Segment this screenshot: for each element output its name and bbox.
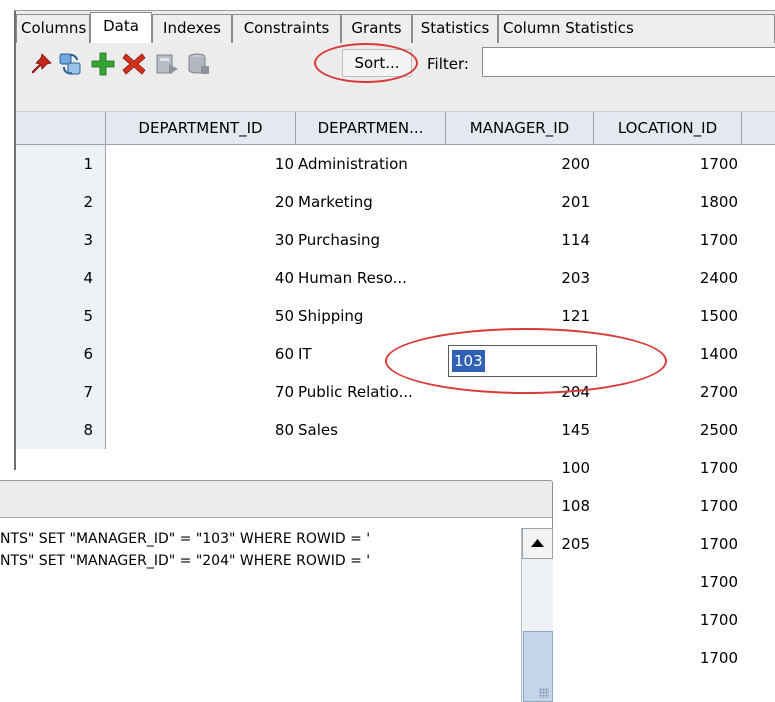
- cell-department-name[interactable]: Public Relatio...: [296, 373, 446, 411]
- scrollbar-thumb[interactable]: [523, 631, 553, 702]
- table-editor: Columns Data Indexes Constraints Grants …: [0, 0, 775, 702]
- table-row[interactable]: 8 80 Sales 145 2500: [16, 411, 775, 449]
- row-number: 3: [16, 221, 106, 259]
- tab-data[interactable]: Data: [90, 12, 152, 43]
- cell-department-id[interactable]: 60: [106, 335, 296, 373]
- cell-manager-id[interactable]: 121: [446, 297, 594, 335]
- row-number: 7: [16, 373, 106, 411]
- column-header-manager-id[interactable]: MANAGER_ID: [446, 112, 594, 145]
- cell-department-name[interactable]: Purchasing: [296, 221, 446, 259]
- data-toolbar: Sort... Filter:: [16, 43, 775, 111]
- cell-manager-id[interactable]: 114: [446, 221, 594, 259]
- table-row[interactable]: 2 20 Marketing 201 1800: [16, 183, 775, 221]
- row-number-header: [16, 112, 106, 145]
- cell-location-id[interactable]: 1800: [594, 183, 742, 221]
- cell-department-name[interactable]: Human Reso...: [296, 259, 446, 297]
- cell-department-id[interactable]: 20: [106, 183, 296, 221]
- table-row[interactable]: 6 60 IT 1400: [16, 335, 775, 373]
- cell-manager-id[interactable]: 204: [446, 373, 594, 411]
- sql-log-panel: NTS" SET "MANAGER_ID" = "103" WHERE ROWI…: [0, 480, 553, 702]
- table-row[interactable]: 5 50 Shipping 121 1500: [16, 297, 775, 335]
- column-header-location-id[interactable]: LOCATION_ID: [594, 112, 742, 145]
- cell-manager-id[interactable]: 203: [446, 259, 594, 297]
- tab-indexes[interactable]: Indexes: [152, 14, 232, 43]
- sort-button[interactable]: Sort...: [342, 49, 412, 77]
- cell-location-id[interactable]: 1700: [594, 449, 742, 487]
- log-line: NTS" SET "MANAGER_ID" = "204" WHERE ROWI…: [0, 553, 371, 569]
- cell-department-id[interactable]: 50: [106, 297, 296, 335]
- log-panel-header: [0, 480, 553, 518]
- row-number: 1: [16, 145, 106, 183]
- cell-manager-id[interactable]: 145: [446, 411, 594, 449]
- grid-header: DEPARTMENT_ID DEPARTMEN... MANAGER_ID LO…: [16, 111, 775, 145]
- tab-bar: Columns Data Indexes Constraints Grants …: [16, 11, 775, 43]
- cell-manager-id[interactable]: 201: [446, 183, 594, 221]
- cell-department-name[interactable]: Shipping: [296, 297, 446, 335]
- cell-department-id[interactable]: 40: [106, 259, 296, 297]
- tab-statistics[interactable]: Statistics: [412, 14, 498, 43]
- cell-location-id[interactable]: 1400: [594, 335, 742, 373]
- cell-department-id[interactable]: 30: [106, 221, 296, 259]
- tab-column-statistics[interactable]: Column Statistics: [498, 14, 775, 43]
- cell-location-id[interactable]: 1700: [594, 221, 742, 259]
- table-row[interactable]: 4 40 Human Reso... 203 2400: [16, 259, 775, 297]
- row-number: 4: [16, 259, 106, 297]
- row-number: 5: [16, 297, 106, 335]
- tab-columns[interactable]: Columns: [16, 14, 90, 43]
- table-row[interactable]: 1 10 Administration 200 1700: [16, 145, 775, 183]
- cell-location-id[interactable]: 1700: [594, 525, 742, 563]
- cell-location-id[interactable]: 2500: [594, 411, 742, 449]
- selected-cell-text[interactable]: 103: [452, 350, 485, 372]
- cell-location-id[interactable]: 2700: [594, 373, 742, 411]
- cell-department-name[interactable]: Administration: [296, 145, 446, 183]
- table-row[interactable]: 3 30 Purchasing 114 1700: [16, 221, 775, 259]
- tab-constraints[interactable]: Constraints: [232, 14, 341, 43]
- cell-location-id[interactable]: 1700: [594, 487, 742, 525]
- cell-manager-id[interactable]: 200: [446, 145, 594, 183]
- delete-row-icon[interactable]: [121, 51, 147, 77]
- insert-row-icon[interactable]: [90, 51, 116, 77]
- cell-location-id[interactable]: 2400: [594, 259, 742, 297]
- tab-grants[interactable]: Grants: [341, 14, 412, 43]
- cell-department-name[interactable]: IT: [296, 335, 446, 373]
- column-header-department-name[interactable]: DEPARTMEN...: [296, 112, 446, 145]
- cell-editor-manager-id[interactable]: 103: [448, 345, 597, 377]
- cell-department-id[interactable]: 80: [106, 411, 296, 449]
- table-row[interactable]: 7 70 Public Relatio... 204 2700: [16, 373, 775, 411]
- scroll-up-button[interactable]: [522, 528, 553, 559]
- filter-label: Filter:: [427, 55, 469, 73]
- vertical-scrollbar[interactable]: [521, 528, 553, 702]
- cell-location-id[interactable]: 1700: [594, 639, 742, 677]
- cell-department-name[interactable]: Sales: [296, 411, 446, 449]
- pin-icon[interactable]: [28, 51, 54, 77]
- cell-department-id[interactable]: 10: [106, 145, 296, 183]
- commit-icon[interactable]: [154, 51, 180, 77]
- log-panel-body: NTS" SET "MANAGER_ID" = "103" WHERE ROWI…: [0, 518, 553, 702]
- log-text-area[interactable]: NTS" SET "MANAGER_ID" = "103" WHERE ROWI…: [0, 518, 521, 702]
- grip-icon: [539, 688, 549, 698]
- cell-location-id[interactable]: 1500: [594, 297, 742, 335]
- cell-location-id[interactable]: 1700: [594, 601, 742, 639]
- cell-department-name[interactable]: Marketing: [296, 183, 446, 221]
- cell-location-id[interactable]: 1700: [594, 563, 742, 601]
- refresh-icon[interactable]: [58, 51, 84, 77]
- row-number: 2: [16, 183, 106, 221]
- column-header-department-id[interactable]: DEPARTMENT_ID: [106, 112, 296, 145]
- log-line: NTS" SET "MANAGER_ID" = "103" WHERE ROWI…: [0, 531, 371, 547]
- row-number: 6: [16, 335, 106, 373]
- cell-department-id[interactable]: 70: [106, 373, 296, 411]
- rollback-icon[interactable]: [186, 51, 212, 77]
- arrow-up-icon: [531, 539, 544, 547]
- cell-location-id[interactable]: 1700: [594, 145, 742, 183]
- row-number: 8: [16, 411, 106, 449]
- filter-input[interactable]: [482, 47, 775, 77]
